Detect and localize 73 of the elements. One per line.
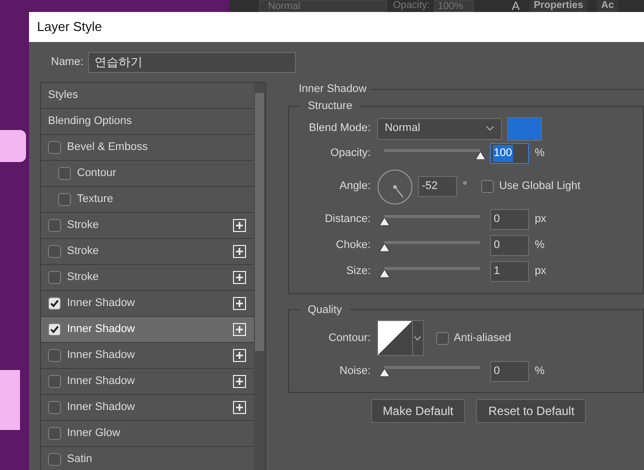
name-field[interactable]: 연습하기 [88, 52, 296, 72]
noise-label: Noise: [338, 364, 371, 379]
slider-thumb[interactable] [378, 368, 390, 377]
checkbox[interactable] [48, 141, 61, 154]
panel-tab[interactable]: Properties [530, 0, 588, 12]
checkbox[interactable] [58, 167, 71, 180]
checkbox[interactable] [48, 401, 61, 414]
unit-label: px [534, 212, 546, 228]
dialog-button[interactable]: Reset to Default [476, 399, 586, 423]
anti-aliased-label: Anti-aliased [454, 330, 512, 346]
panel-tab[interactable]: Ac [597, 0, 618, 12]
unit-label: % [534, 238, 544, 254]
add-icon[interactable] [232, 349, 246, 362]
scrollbar[interactable] [254, 83, 265, 470]
group-title: Quality [306, 302, 343, 318]
checkbox[interactable] [481, 180, 494, 193]
angle-label: Angle: [338, 179, 371, 194]
slider-thumb[interactable] [474, 150, 486, 160]
artwork-block [0, 130, 26, 162]
blend-mode-label: Blend Mode: [308, 121, 371, 136]
name-label: Name: [51, 54, 84, 70]
checkbox[interactable] [48, 427, 61, 440]
add-icon[interactable] [232, 297, 246, 310]
dialog-button[interactable]: Make Default [370, 399, 466, 423]
artwork-block [0, 370, 20, 430]
checkbox[interactable] [436, 332, 449, 344]
add-icon[interactable] [232, 245, 246, 258]
noise-field[interactable]: 0 [490, 360, 529, 382]
group-title: Structure [306, 99, 354, 114]
angle-dial[interactable] [376, 168, 413, 204]
style-list-item[interactable]: Inner Shadow [41, 317, 254, 343]
window-title: Layer Style [37, 18, 102, 36]
checkbox[interactable] [48, 245, 61, 258]
add-icon[interactable] [232, 401, 246, 414]
add-icon[interactable] [232, 219, 246, 232]
unit-label: % [534, 146, 544, 162]
opacity-field[interactable]: 100 [490, 143, 529, 164]
checkbox[interactable] [48, 219, 61, 232]
slider-thumb[interactable] [378, 268, 390, 278]
add-icon[interactable] [232, 375, 246, 388]
slider-field[interactable]: 1 [490, 261, 529, 282]
slider-label: Size: [345, 264, 371, 280]
blend-mode-dropdown[interactable]: Normal [376, 118, 502, 140]
checkbox[interactable] [48, 453, 61, 466]
panel-glyph[interactable]: A [512, 0, 520, 12]
slider-thumb[interactable] [378, 242, 390, 252]
selected-text: 100 [492, 145, 514, 162]
slider-label: Choke: [334, 238, 371, 254]
add-icon[interactable] [232, 323, 246, 336]
opacity-label: Opacity: [329, 146, 371, 162]
contour-picker[interactable] [376, 320, 424, 356]
section-title: Inner Shadow [298, 82, 367, 97]
angle-field[interactable]: -52 [418, 176, 457, 197]
checkbox[interactable] [48, 349, 61, 362]
unit-label: px [534, 264, 546, 280]
add-icon[interactable] [232, 271, 246, 284]
checkbox[interactable] [58, 193, 71, 206]
checkbox[interactable] [48, 297, 61, 310]
checkbox[interactable] [48, 375, 61, 388]
checkbox[interactable] [48, 271, 61, 284]
degree-label: ° [462, 179, 468, 194]
contour-label: Contour: [327, 330, 371, 346]
slider-field[interactable]: 0 [490, 209, 529, 230]
color-swatch[interactable] [506, 116, 542, 140]
opacity-label: Opacity: [393, 0, 430, 12]
unit-label: % [534, 364, 544, 379]
global-light-label: Use Global Light [499, 179, 580, 194]
chevron-icon [414, 336, 422, 340]
chevron-icon [486, 126, 494, 131]
slider-thumb[interactable] [378, 216, 390, 226]
slider-field[interactable]: 0 [490, 235, 529, 256]
slider-label: Distance: [324, 212, 371, 228]
checkbox[interactable] [48, 323, 61, 336]
